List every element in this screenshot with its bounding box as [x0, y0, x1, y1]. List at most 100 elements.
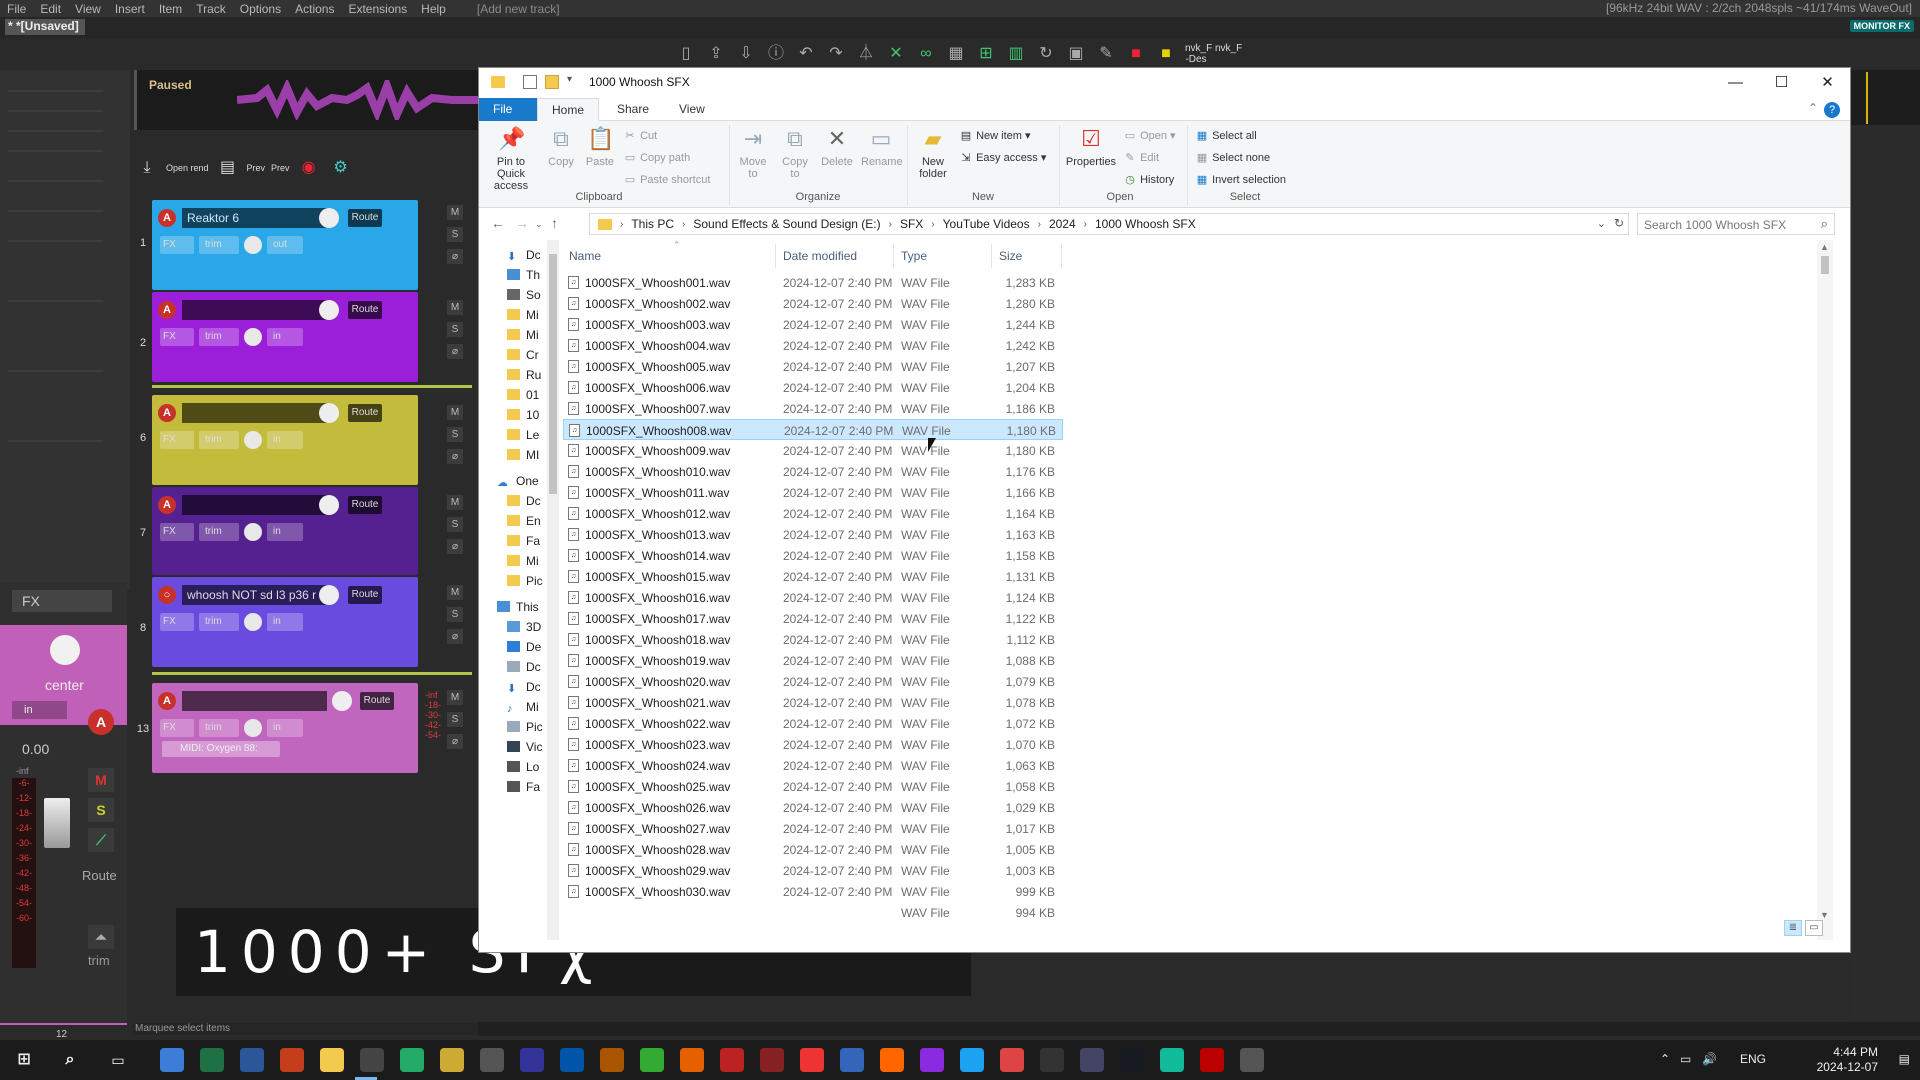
details-view-icon[interactable]: ≣ — [1784, 920, 1802, 936]
ripple-icon[interactable]: ✕ — [885, 43, 907, 65]
pan-knob[interactable] — [244, 523, 262, 541]
volume-knob[interactable] — [319, 300, 339, 320]
file-row[interactable]: ♫ 1000SFX_Whoosh009.wav 2024-12-07 2:40 PM… — [563, 440, 1063, 461]
record-arm-button[interactable]: A — [88, 709, 114, 735]
file-row[interactable]: ♫ 1000SFX_Whoosh025.wav 2024-12-07 2:40 PM… — [563, 776, 1063, 797]
file-row[interactable]: ♫ 1000SFX_Whoosh016.wav 2024-12-07 2:40 PM… — [563, 587, 1063, 608]
io-button[interactable]: out — [267, 236, 303, 254]
nav-item[interactable]: MI — [507, 448, 539, 462]
redo-icon[interactable]: ↷ — [825, 43, 847, 65]
nav-item-onedrive[interactable]: ☁ One — [497, 474, 539, 489]
powerpoint-icon[interactable] — [280, 1048, 304, 1072]
menu-track[interactable]: Track — [189, 2, 233, 16]
file-row[interactable]: ♫ 1000SFX_Whoosh029.wav 2024-12-07 2:40 PM… — [563, 860, 1063, 881]
file-row[interactable]: ♫ 1000SFX_Whoosh020.wav 2024-12-07 2:40 PM… — [563, 671, 1063, 692]
phase-button[interactable]: ⌀ — [447, 629, 463, 644]
file-list-scrollbar[interactable]: ▲ ▼ — [1817, 240, 1833, 940]
breadcrumb-2024[interactable]: 2024 — [1049, 217, 1076, 231]
route-button[interactable]: Route — [348, 496, 382, 514]
record-arm-button[interactable]: A — [158, 404, 176, 422]
solo-button[interactable]: S — [447, 427, 463, 442]
track-header[interactable]: A Route FX trim in — [152, 395, 418, 485]
volume-knob[interactable] — [319, 403, 339, 423]
route-button[interactable]: Route — [348, 209, 382, 227]
file-row[interactable]: ♫ 1000SFX_Whoosh008.wav 2024-12-07 2:40 PM… — [563, 419, 1063, 440]
nav-item[interactable]: Le — [507, 428, 539, 442]
column-size[interactable]: Size — [999, 249, 1022, 263]
search-app-icon[interactable] — [480, 1048, 504, 1072]
file-row[interactable]: ♫ 1000SFX_Whoosh001.wav 2024-12-07 2:40 PM… — [563, 272, 1063, 293]
scroll-down-icon[interactable]: ▼ — [1820, 910, 1829, 920]
fx-button[interactable]: FX — [160, 719, 194, 737]
track-name[interactable]: Reaktor 6 — [182, 208, 327, 228]
midi-input-selector[interactable]: MIDI: Oxygen 88: — [162, 741, 280, 757]
track-header[interactable]: A Reaktor 6 Route FX trim out — [152, 200, 418, 290]
app-icon[interactable] — [1080, 1048, 1104, 1072]
breadcrumb-youtube-videos[interactable]: YouTube Videos — [943, 217, 1030, 231]
menu-insert[interactable]: Insert — [108, 2, 152, 16]
copy-path-button[interactable]: ▭ Copy path — [623, 151, 690, 164]
fx-button[interactable]: FX — [160, 613, 194, 631]
input-selector[interactable]: in — [12, 701, 67, 719]
file-row[interactable]: ♫ 1000SFX_Whoosh028.wav 2024-12-07 2:40 PM… — [563, 839, 1063, 860]
invert-selection-button[interactable]: ▦ Invert selection — [1195, 173, 1286, 186]
menu-options[interactable]: Options — [233, 2, 288, 16]
track-header[interactable]: A Route FX trim in — [152, 487, 418, 575]
mute-button[interactable]: M — [447, 405, 463, 420]
nav-item[interactable]: Pic — [507, 574, 543, 588]
app-icon[interactable] — [800, 1048, 824, 1072]
column-type[interactable]: Type — [901, 249, 927, 263]
file-row[interactable]: ♫ 1000SFX_Whoosh022.wav 2024-12-07 2:40 PM… — [563, 713, 1063, 734]
paste-button[interactable]: 📋 Paste — [583, 125, 617, 168]
file-row[interactable]: ♫ 1000SFX_Whoosh005.wav 2024-12-07 2:40 PM… — [563, 356, 1063, 377]
file-row[interactable]: ♫ 1000SFX_Whoosh006.wav 2024-12-07 2:40 PM… — [563, 377, 1063, 398]
nav-item[interactable]: Lo — [507, 760, 539, 774]
breadcrumb-sfx[interactable]: SFX — [900, 217, 923, 231]
refresh-icon[interactable]: ↻ — [1614, 216, 1624, 230]
properties-quick-icon[interactable] — [523, 75, 537, 89]
recent-locations-icon[interactable]: ⌄ — [535, 219, 543, 230]
io-button[interactable]: in — [267, 523, 303, 541]
undo-icon[interactable]: ↶ — [795, 43, 817, 65]
address-dropdown-icon[interactable]: ⌄ — [1597, 217, 1606, 230]
task-view-icon[interactable]: ▭ — [106, 1048, 130, 1072]
volume-knob[interactable] — [319, 495, 339, 515]
mute-button[interactable]: M — [88, 768, 114, 792]
pin-quick-access-button[interactable]: 📌 Pin to Quick access — [485, 125, 537, 192]
io-button[interactable]: in — [267, 431, 303, 449]
solo-button[interactable]: S — [447, 322, 463, 337]
back-icon[interactable]: ← — [491, 215, 505, 231]
pan-knob[interactable] — [50, 635, 80, 665]
nav-item[interactable]: Vic — [507, 740, 542, 754]
file-row[interactable]: ♫ 1000SFX_Whoosh007.wav 2024-12-07 2:40 PM… — [563, 398, 1063, 419]
snap-icon[interactable]: ⊞ — [975, 43, 997, 65]
chrome-icon[interactable] — [640, 1048, 664, 1072]
phase-button[interactable]: ⌀ — [447, 734, 463, 749]
app-icon[interactable] — [560, 1048, 584, 1072]
copy-to-button[interactable]: ⧉ Copy to — [777, 125, 813, 180]
nav-item[interactable]: ♪ Mi — [507, 700, 539, 715]
open-button[interactable]: ▭ Open ▾ — [1123, 129, 1176, 142]
nav-item[interactable]: Cr — [507, 348, 539, 362]
file-row[interactable]: ♫ 1000SFX_Whoosh015.wav 2024-12-07 2:40 PM… — [563, 566, 1063, 587]
mute-button[interactable]: M — [447, 495, 463, 510]
notifications-icon[interactable]: ▤ — [1899, 1052, 1910, 1066]
mute-button[interactable]: M — [447, 690, 463, 705]
track-header[interactable]: A Route FX trim in — [152, 292, 418, 382]
network-icon[interactable]: ▭ — [1680, 1052, 1691, 1066]
solo-button[interactable]: S — [447, 227, 463, 242]
file-row[interactable]: WAV File 994 KB — [563, 902, 1063, 923]
app-icon[interactable] — [520, 1048, 544, 1072]
app-icon[interactable] — [1040, 1048, 1064, 1072]
nav-item[interactable]: 01 — [507, 388, 539, 402]
lock-icon[interactable]: ▣ — [1065, 43, 1087, 65]
nvk-script-button[interactable]: nvk_F -Des — [1185, 43, 1212, 65]
route-button[interactable]: Route — [348, 301, 382, 319]
excel-icon[interactable] — [200, 1048, 224, 1072]
volume-knob[interactable] — [319, 208, 339, 228]
record-arm-button[interactable]: ○ — [158, 586, 176, 604]
nav-item[interactable]: Mi — [507, 554, 539, 568]
search-input[interactable]: Search 1000 Whoosh SFX ⌕ — [1637, 213, 1835, 235]
m-script-icon[interactable]: ■ — [1125, 43, 1147, 65]
envelope-icon[interactable]: ✎ — [1095, 43, 1117, 65]
